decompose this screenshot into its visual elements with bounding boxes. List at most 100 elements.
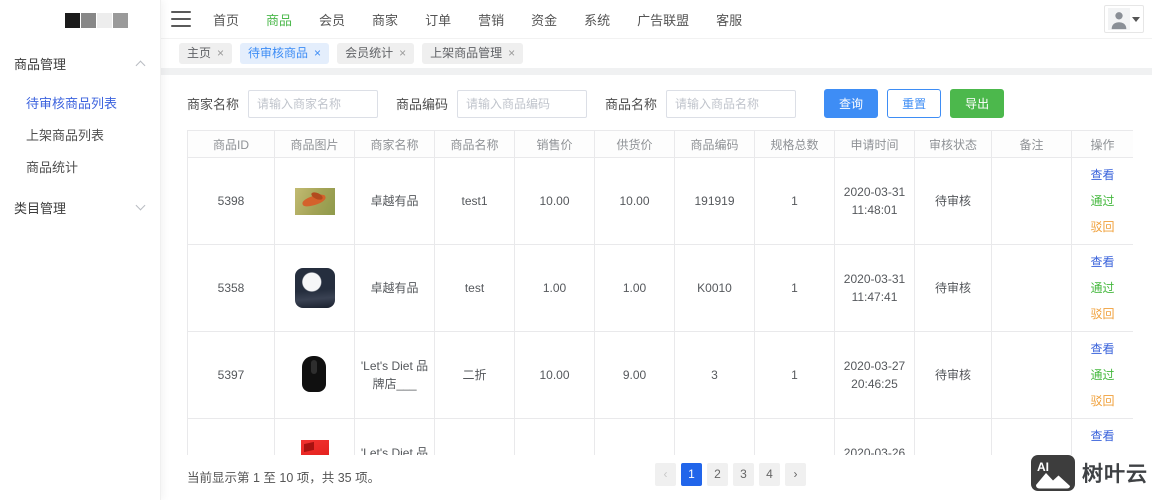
query-button[interactable]: 查询: [824, 89, 879, 118]
sidebar-item-0-0[interactable]: 待审核商品列表: [0, 88, 160, 120]
product-image[interactable]: [298, 354, 331, 396]
cell-remark: [991, 331, 1072, 419]
product-image[interactable]: [294, 268, 335, 308]
nav-item-8[interactable]: 广告联盟: [637, 10, 689, 29]
sidebar-item-0-1[interactable]: 上架商品列表: [0, 120, 160, 152]
cell-product-id: 5398: [187, 157, 275, 245]
cell-merchant-name: 卓越有品: [354, 244, 435, 332]
tab-close-icon[interactable]: ×: [314, 46, 321, 60]
cell-status: 待审核: [914, 244, 992, 332]
next-page-button[interactable]: ›: [785, 463, 806, 486]
cell-supply-price: 10.00: [594, 157, 675, 245]
nav-item-9[interactable]: 客服: [716, 10, 742, 29]
cell-product-id: 5397: [187, 331, 275, 419]
logo-square: [113, 12, 128, 28]
sidebar-menu: 商品管理待审核商品列表 上架商品列表 商品统计类目管理: [0, 48, 160, 222]
merchant-name-input[interactable]: [248, 89, 379, 118]
cell-product-image: [274, 331, 355, 419]
filter-bar: 商家名称 商品编码 商品名称 查询重置导出: [161, 75, 1152, 130]
sidebar-group-0[interactable]: 商品管理: [0, 48, 160, 78]
top-navbar: 首页 商品 会员 商家 订单 营销 资金 系统 广告联盟 客服: [161, 0, 1152, 39]
tab-2[interactable]: 会员统计 ×: [337, 43, 415, 64]
cell-supply-price: 20.00: [594, 418, 675, 455]
view-link[interactable]: 查看: [1090, 429, 1114, 443]
nav-item-6[interactable]: 资金: [531, 10, 557, 29]
nav-item-0[interactable]: 首页: [213, 10, 239, 29]
cell-product-image: [274, 244, 355, 332]
nav-item-1[interactable]: 商品: [266, 10, 292, 29]
divider: [161, 68, 1152, 75]
nav-item-5[interactable]: 营销: [478, 10, 504, 29]
cell-sale-price: 10.00: [514, 331, 595, 419]
watermark: AI 树叶云: [1030, 454, 1148, 492]
page-button-3[interactable]: 3: [733, 463, 754, 486]
approve-link[interactable]: 通过: [1090, 281, 1114, 295]
sidebar-group-1[interactable]: 类目管理: [0, 192, 160, 222]
view-link[interactable]: 查看: [1090, 342, 1114, 356]
product-code-input[interactable]: [457, 89, 588, 118]
table-row: 5398 卓越有品 test1 10.00 10.00 191919 1 2020-03-31…: [187, 157, 1133, 245]
cell-supply-price: 9.00: [594, 331, 675, 419]
product-code-label: 商品编码: [396, 97, 449, 112]
page-button-2[interactable]: 2: [707, 463, 728, 486]
cell-product-code: 3: [674, 331, 755, 419]
view-link[interactable]: 查看: [1090, 168, 1114, 182]
tab-close-icon[interactable]: ×: [508, 46, 515, 60]
column-header: 供货价: [594, 130, 675, 158]
approve-link[interactable]: 通过: [1090, 368, 1114, 382]
prev-page-button[interactable]: ‹: [655, 463, 676, 486]
cell-remark: [991, 244, 1072, 332]
view-link[interactable]: 查看: [1090, 255, 1114, 269]
avatar-image: [1108, 8, 1130, 30]
cell-product-name: xinglixiang: [434, 418, 515, 455]
sidebar-sublist: 待审核商品列表 上架商品列表 商品统计: [0, 88, 160, 184]
cell-apply-time: 2020-03-31 11:48:01: [834, 157, 915, 245]
reset-button[interactable]: 重置: [887, 89, 942, 118]
cell-merchant-name: 卓越有品: [354, 157, 435, 245]
tab-0[interactable]: 主页 ×: [179, 43, 233, 64]
app-root: 商品管理待审核商品列表 上架商品列表 商品统计类目管理 首页 商品 会员 商家 订单 营销 资金…: [0, 0, 1152, 500]
product-name-input[interactable]: [666, 89, 797, 118]
products-table: 商品ID 商品图片 商家名称 商品名称 销售价 供货价 商品编码 规格总数 申请时间 审核状态 备注…: [187, 130, 1133, 455]
logo-square: [81, 12, 96, 28]
reject-link[interactable]: 驳回: [1090, 220, 1114, 234]
cell-sale-price: 10.00: [514, 157, 595, 245]
top-nav-items: 首页 商品 会员 商家 订单 营销 资金 系统 广告联盟 客服: [213, 10, 742, 29]
product-image[interactable]: [294, 187, 335, 215]
cell-remark: [991, 418, 1072, 455]
cell-spec-count: 1: [754, 244, 835, 332]
sidebar-item-0-2[interactable]: 商品统计: [0, 152, 160, 184]
product-image[interactable]: [300, 440, 329, 455]
nav-item-4[interactable]: 订单: [425, 10, 451, 29]
cell-product-image: [274, 157, 355, 245]
table-row: 5358 卓越有品 test 1.00 1.00 K0010 1 2020-03-31 11:…: [187, 244, 1133, 332]
reject-link[interactable]: 驳回: [1090, 307, 1114, 321]
nav-item-7[interactable]: 系统: [584, 10, 610, 29]
tab-1[interactable]: 待审核商品 ×: [240, 43, 330, 64]
approve-link[interactable]: 通过: [1090, 194, 1114, 208]
page-button-1[interactable]: 1: [681, 463, 702, 486]
tab-close-icon[interactable]: ×: [217, 46, 224, 60]
cell-actions: 查看通过驳回: [1071, 244, 1133, 332]
column-header: 商品编码: [674, 130, 755, 158]
logo-square: [97, 12, 112, 28]
column-header: 商品名称: [434, 130, 515, 158]
user-avatar-button[interactable]: [1104, 5, 1144, 33]
nav-item-2[interactable]: 会员: [319, 10, 345, 29]
cell-sale-price: 1.00: [514, 244, 595, 332]
logo: [0, 0, 160, 40]
nav-item-3[interactable]: 商家: [372, 10, 398, 29]
cell-product-name: 二折: [434, 331, 515, 419]
export-button[interactable]: 导出: [950, 89, 1005, 118]
table-container: 商品ID 商品图片 商家名称 商品名称 销售价 供货价 商品编码 规格总数 申请时间 审核状态 备注…: [187, 130, 1133, 455]
column-header: 销售价: [514, 130, 595, 158]
cell-apply-time: 2020-03-27 20:46:25: [834, 331, 915, 419]
table-row: 5416'Let's Diet 品牌店___xinglixiang100.002…: [187, 418, 1133, 455]
tab-3[interactable]: 上架商品管理 ×: [422, 43, 524, 64]
hamburger-menu-icon[interactable]: [171, 11, 191, 27]
tab-close-icon[interactable]: ×: [399, 46, 406, 60]
cell-sale-price: 100.00: [514, 418, 595, 455]
reject-link[interactable]: 驳回: [1090, 394, 1114, 408]
page-button-4[interactable]: 4: [759, 463, 780, 486]
cell-apply-time: 2020-03-31 11:47:41: [834, 244, 915, 332]
